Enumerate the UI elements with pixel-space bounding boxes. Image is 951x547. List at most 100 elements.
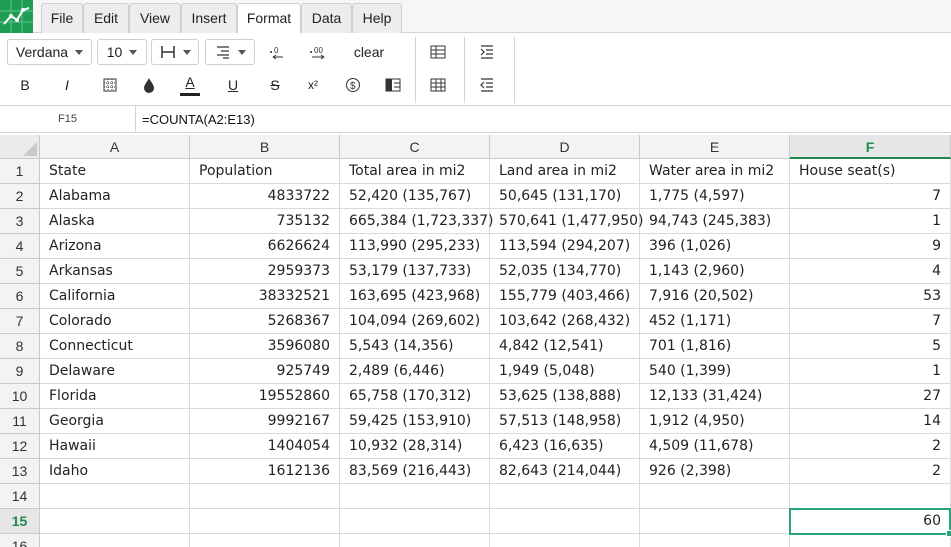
row-header-11[interactable]: 11 (0, 409, 40, 434)
underline-button[interactable]: U (220, 72, 246, 98)
row-header-16[interactable]: 16 (0, 534, 40, 547)
cell-c15[interactable] (340, 509, 490, 534)
menu-data[interactable]: Data (301, 3, 352, 33)
cell-b12[interactable]: 1404054 (190, 434, 340, 459)
cell-e2[interactable]: 1,775 (4,597) (640, 184, 790, 209)
cell-d9[interactable]: 1,949 (5,048) (490, 359, 640, 384)
cell-a15[interactable] (40, 509, 190, 534)
cell-e1[interactable]: Water area in mi2 (640, 159, 790, 184)
row-header-1[interactable]: 1 (0, 159, 40, 184)
cell-f4[interactable]: 9 (790, 234, 951, 259)
cell-b16[interactable] (190, 534, 340, 547)
cell-a10[interactable]: Florida (40, 384, 190, 409)
row-header-4[interactable]: 4 (0, 234, 40, 259)
cell-a12[interactable]: Hawaii (40, 434, 190, 459)
cell-c2[interactable]: 52,420 (135,767) (340, 184, 490, 209)
cell-b6[interactable]: 38332521 (190, 284, 340, 309)
cell-a5[interactable]: Arkansas (40, 259, 190, 284)
decrease-decimal-button[interactable]: 0 (262, 39, 292, 65)
cell-c3[interactable]: 665,384 (1,723,337) (340, 209, 494, 234)
cell-b10[interactable]: 19552860 (190, 384, 340, 409)
spreadsheet-grid[interactable]: A B C D E F 1 State Population Total area in mi2 L… (0, 135, 951, 547)
column-header-f[interactable]: F (790, 135, 951, 159)
row-header-8[interactable]: 8 (0, 334, 40, 359)
cell-e10[interactable]: 12,133 (31,424) (640, 384, 790, 409)
cell-a2[interactable]: Alabama (40, 184, 190, 209)
align-dropdown[interactable] (205, 39, 255, 65)
menu-insert[interactable]: Insert (181, 3, 237, 33)
cell-d2[interactable]: 50,645 (131,170) (490, 184, 640, 209)
cell-e4[interactable]: 396 (1,026) (640, 234, 790, 259)
cell-f11[interactable]: 14 (790, 409, 951, 434)
cell-d4[interactable]: 113,594 (294,207) (490, 234, 640, 259)
fill-color-button[interactable] (136, 72, 162, 98)
superscript-button[interactable]: x² (300, 72, 326, 98)
cell-c1[interactable]: Total area in mi2 (340, 159, 490, 184)
cell-b14[interactable] (190, 484, 340, 509)
row-header-15[interactable]: 15 (0, 509, 40, 534)
cell-e14[interactable] (640, 484, 790, 509)
cell-d13[interactable]: 82,643 (214,044) (490, 459, 640, 484)
insert-table-button[interactable] (425, 39, 451, 65)
cell-b2[interactable]: 4833722 (190, 184, 340, 209)
cell-b13[interactable]: 1612136 (190, 459, 340, 484)
merge-cells-button[interactable] (380, 72, 406, 98)
increase-decimal-button[interactable]: 00 (303, 39, 335, 65)
borders-dropdown[interactable] (151, 39, 199, 65)
cell-f9[interactable]: 1 (790, 359, 951, 384)
cell-f1[interactable]: House seat(s) (790, 159, 951, 184)
row-header-3[interactable]: 3 (0, 209, 40, 234)
column-header-c[interactable]: C (340, 135, 490, 159)
cell-b1[interactable]: Population (190, 159, 340, 184)
cell-d3[interactable]: 570,641 (1,477,950) (490, 209, 644, 234)
cell-c5[interactable]: 53,179 (137,733) (340, 259, 490, 284)
cell-e11[interactable]: 1,912 (4,950) (640, 409, 790, 434)
cell-d15[interactable] (490, 509, 640, 534)
font-size-dropdown[interactable]: 10 (97, 39, 147, 65)
cell-d8[interactable]: 4,842 (12,541) (490, 334, 640, 359)
menu-help[interactable]: Help (352, 3, 402, 33)
cell-a16[interactable] (40, 534, 190, 547)
cell-a11[interactable]: Georgia (40, 409, 190, 434)
cell-c7[interactable]: 104,094 (269,602) (340, 309, 490, 334)
cell-e5[interactable]: 1,143 (2,960) (640, 259, 790, 284)
cell-d7[interactable]: 103,642 (268,432) (490, 309, 640, 334)
cell-e3[interactable]: 94,743 (245,383) (640, 209, 790, 234)
select-all-corner[interactable] (0, 135, 40, 159)
cell-c12[interactable]: 10,932 (28,314) (340, 434, 490, 459)
cell-e12[interactable]: 4,509 (11,678) (640, 434, 790, 459)
cell-b5[interactable]: 2959373 (190, 259, 340, 284)
cell-d1[interactable]: Land area in mi2 (490, 159, 640, 184)
cell-c14[interactable] (340, 484, 490, 509)
indent-button[interactable] (474, 39, 500, 65)
cell-f8[interactable]: 5 (790, 334, 951, 359)
cell-e6[interactable]: 7,916 (20,502) (640, 284, 790, 309)
cell-b11[interactable]: 9992167 (190, 409, 340, 434)
cell-e9[interactable]: 540 (1,399) (640, 359, 790, 384)
cell-f15[interactable]: 60 (790, 509, 951, 534)
cell-e15[interactable] (640, 509, 790, 534)
cell-d11[interactable]: 57,513 (148,958) (490, 409, 640, 434)
row-header-9[interactable]: 9 (0, 359, 40, 384)
row-header-6[interactable]: 6 (0, 284, 40, 309)
cell-a1[interactable]: State (40, 159, 190, 184)
row-header-14[interactable]: 14 (0, 484, 40, 509)
column-header-e[interactable]: E (640, 135, 790, 159)
menu-format[interactable]: Format (237, 3, 301, 34)
cell-a14[interactable] (40, 484, 190, 509)
cell-c6[interactable]: 163,695 (423,968) (340, 284, 490, 309)
cell-b3[interactable]: 735132 (190, 209, 340, 234)
cell-e13[interactable]: 926 (2,398) (640, 459, 790, 484)
row-header-2[interactable]: 2 (0, 184, 40, 209)
cell-e8[interactable]: 701 (1,816) (640, 334, 790, 359)
cell-a6[interactable]: California (40, 284, 190, 309)
italic-button[interactable]: I (54, 72, 80, 98)
formula-input[interactable]: =COUNTA(A2:E13) (142, 106, 255, 133)
cell-a4[interactable]: Arizona (40, 234, 190, 259)
cell-f6[interactable]: 53 (790, 284, 951, 309)
cell-d14[interactable] (490, 484, 640, 509)
row-header-5[interactable]: 5 (0, 259, 40, 284)
menu-view[interactable]: View (129, 3, 181, 33)
cell-d12[interactable]: 6,423 (16,635) (490, 434, 640, 459)
cell-a8[interactable]: Connecticut (40, 334, 190, 359)
